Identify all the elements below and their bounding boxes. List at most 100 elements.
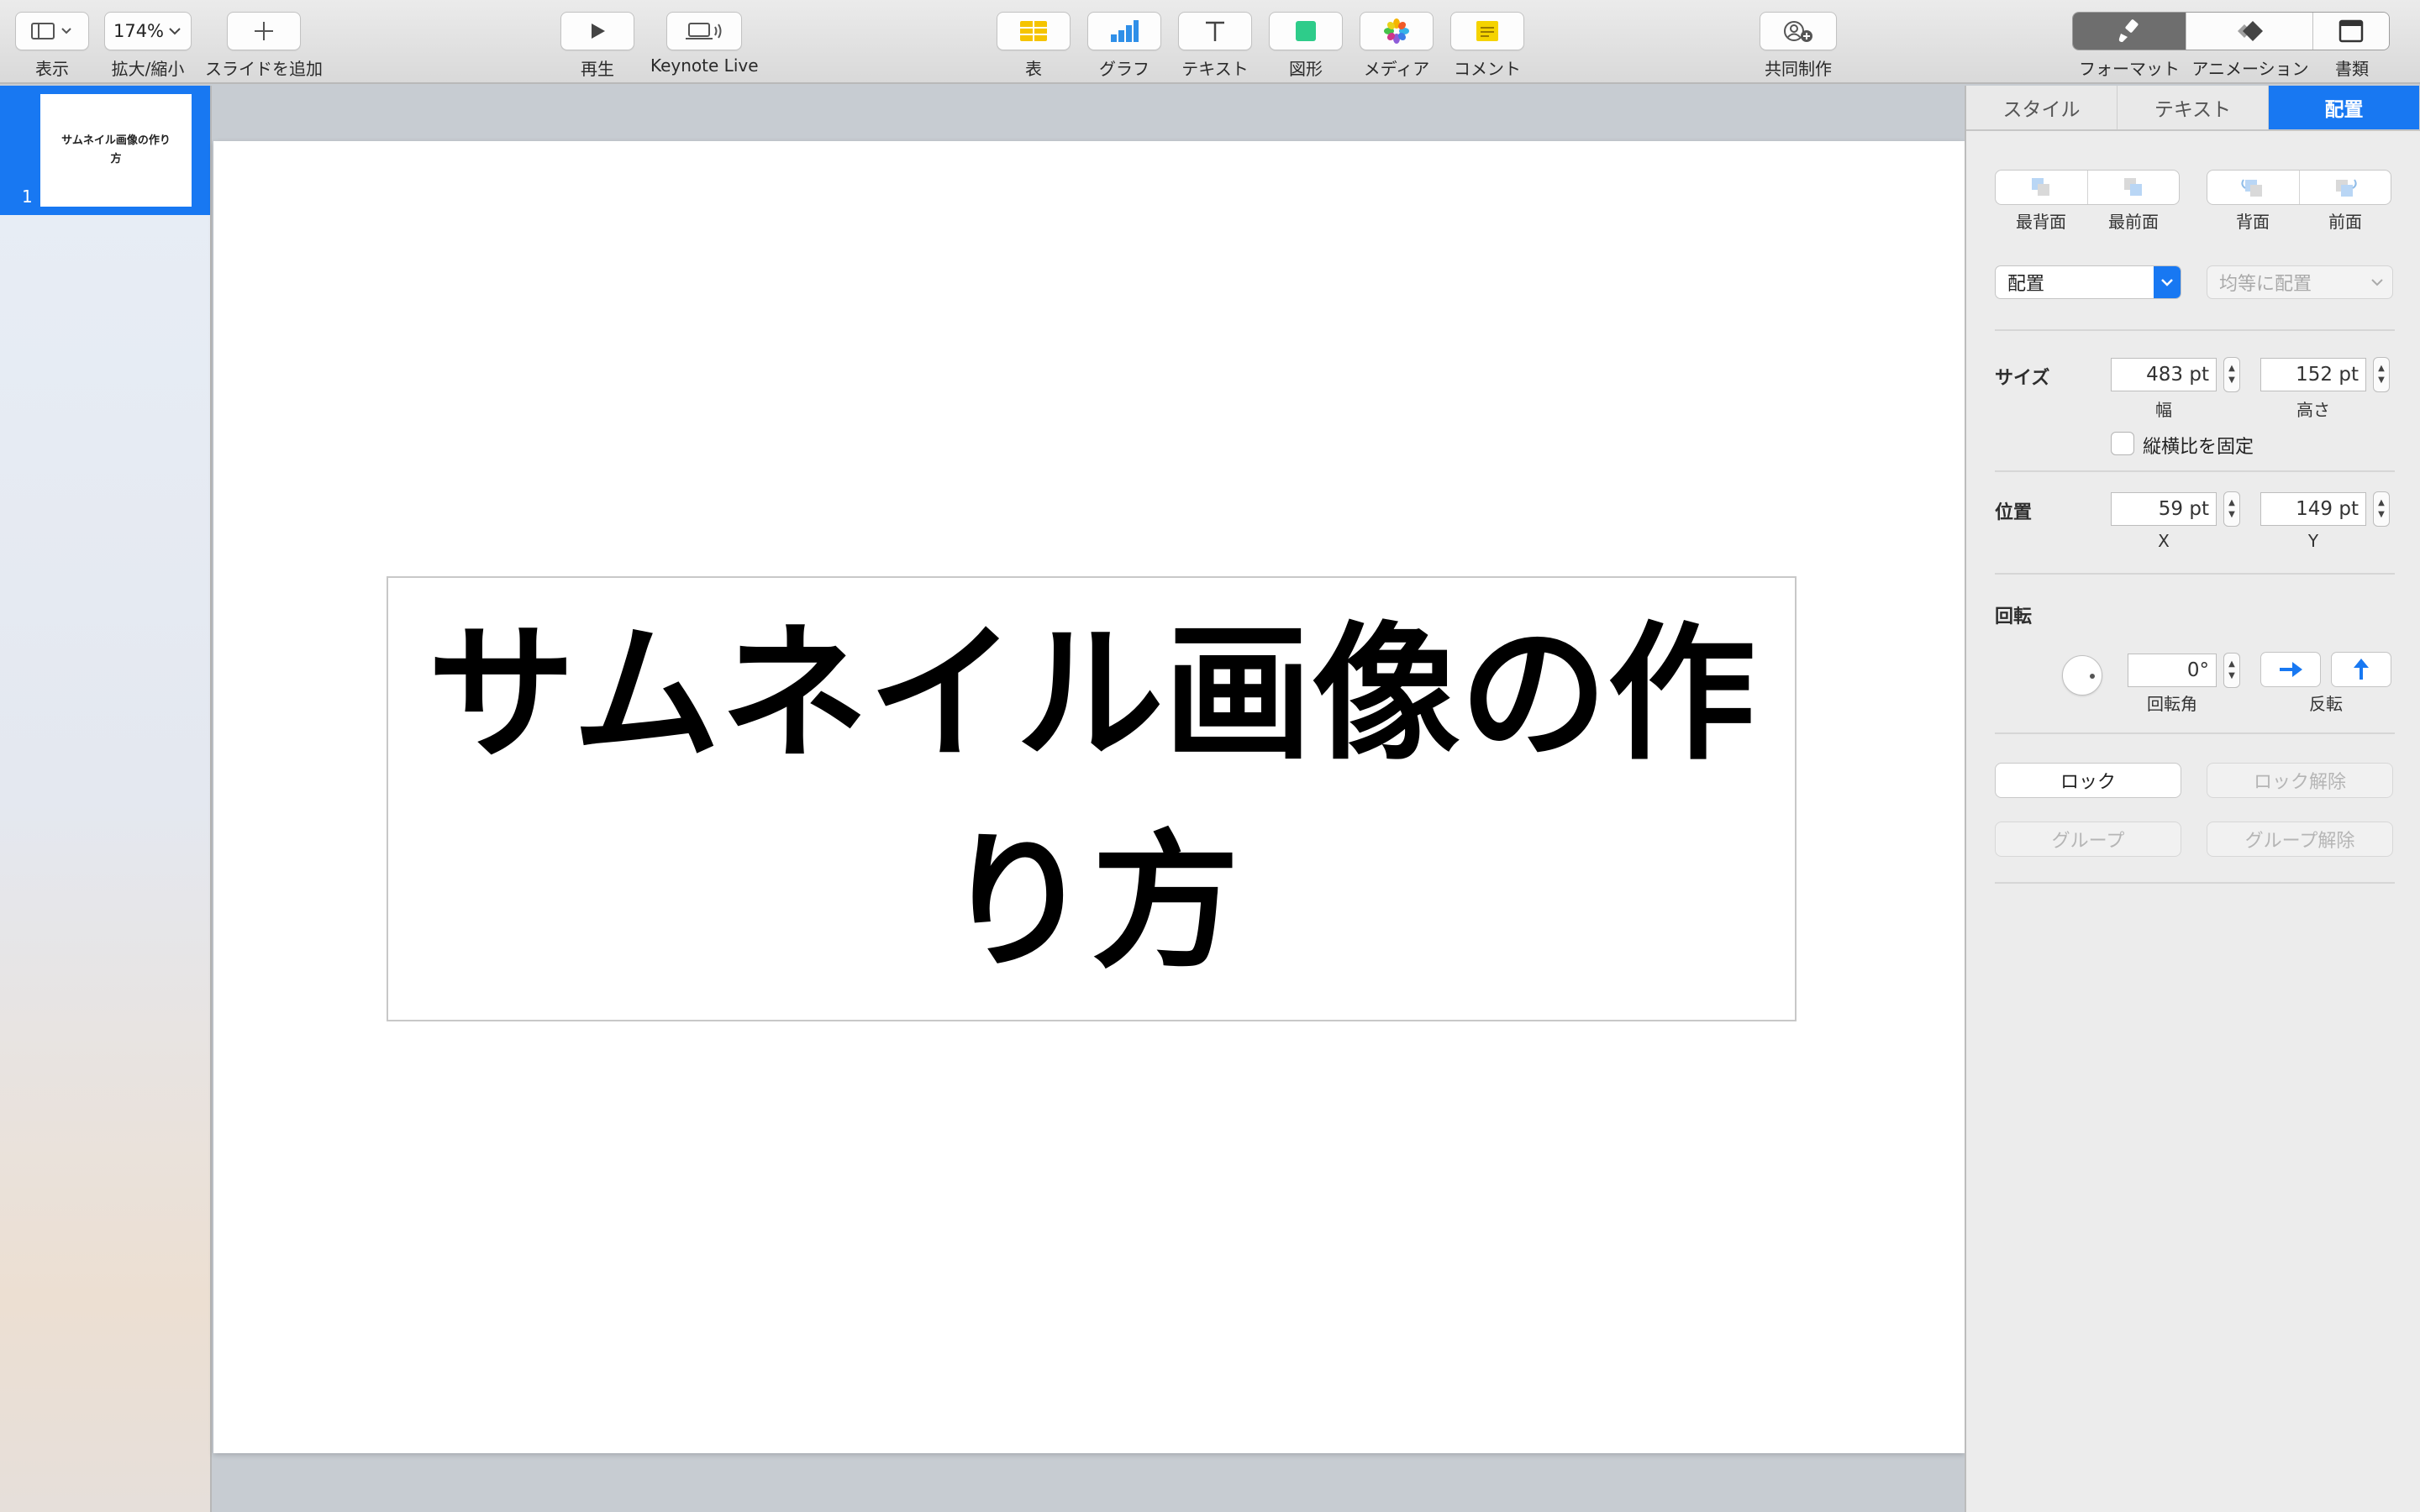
chart-icon [1111,20,1139,42]
y-label: Y [2307,531,2319,551]
paintbrush-icon [2118,19,2139,42]
table-button[interactable] [997,12,1071,50]
keynote-live-icon [686,23,722,39]
slide[interactable]: サムネイル画像の作り方 [213,141,1965,1453]
chevron-down-icon [2161,279,2173,286]
media-button[interactable] [1360,12,1434,50]
rotation-angle-label: 回転角 [2147,694,2197,714]
shape-control: 図形 [1269,12,1343,80]
keynote-live-control: Keynote Live [650,12,759,76]
send-to-back-icon [2032,178,2050,196]
slide-thumbnail-selected[interactable]: サムネイル画像の作り方 1 [0,86,210,215]
y-stepper[interactable]: ▲ ▼ [2373,491,2390,527]
comment-label: コメント [1454,59,1521,79]
size-section-title: サイズ [1995,368,2050,389]
x-field[interactable]: 59 pt [2111,492,2217,526]
rotation-knob-indicator [2090,674,2095,679]
width-label: 幅 [2155,400,2172,420]
bring-to-front-label: 最前面 [2108,212,2159,232]
table-icon [1020,21,1047,41]
text-button[interactable] [1178,12,1252,50]
table-label: 表 [1025,59,1042,79]
comment-control: コメント [1450,12,1524,80]
width-field[interactable]: 483 pt [2111,358,2217,391]
comment-button[interactable] [1450,12,1524,50]
send-backward-button[interactable] [2207,171,2300,204]
text-icon [1206,21,1224,41]
inspector-switcher-labels: フォーマット アニメーション 書類 [2072,55,2390,80]
slide-canvas[interactable]: サムネイル画像の作り方 [213,86,1965,1512]
play-control: 再生 [560,12,634,80]
view-label: 表示 [35,59,69,79]
table-control: 表 [997,12,1071,80]
view-button[interactable] [15,12,89,50]
rotation-angle-field[interactable]: 0° [2128,654,2217,687]
slide-title[interactable]: サムネイル画像の作り方 [419,591,1764,1007]
align-dropdown-arrow[interactable] [2154,266,2181,298]
add-slide-control: スライドを追加 [205,12,323,80]
slide-thumbnail[interactable]: サムネイル画像の作り方 [40,94,192,207]
toolbar: 表示 174% 拡大/縮小 スライドを追加 再生 Keynote Live 表 … [0,0,2420,84]
tab-text[interactable]: テキスト [2118,86,2269,129]
flip-vertical-button[interactable] [2331,652,2391,687]
inspector-panel: スタイル テキスト 配置 最背面 最前面 背面 前面 配置 均等に配置 サイズ … [1965,86,2420,1512]
media-label: メディア [1363,59,1430,79]
arrow-up-icon [2354,659,2369,680]
animate-button[interactable] [2186,13,2314,50]
align-dropdown[interactable]: 配置 [1995,265,2181,299]
bring-to-front-icon [2123,178,2142,196]
send-to-back-label: 最背面 [2016,212,2066,232]
slide-thumbnail-title: サムネイル画像の作り方 [61,134,171,165]
y-field[interactable]: 149 pt [2260,492,2366,526]
keynote-live-label: Keynote Live [650,55,759,76]
add-slide-button[interactable] [227,12,301,50]
keynote-live-button[interactable] [666,12,743,50]
lock-button[interactable]: ロック [1995,763,2181,798]
sidebar-view-icon [31,23,71,39]
document-button[interactable] [2313,13,2389,50]
shape-icon [1296,21,1316,41]
distribute-dropdown[interactable]: 均等に配置 [2207,265,2393,299]
zoom-dropdown[interactable]: 174% [104,12,192,50]
constrain-proportions-checkbox[interactable] [2111,432,2134,455]
unlock-button[interactable]: ロック解除 [2207,763,2393,798]
group-button[interactable]: グループ [1995,822,2181,857]
media-control: メディア [1360,12,1434,80]
width-stepper[interactable]: ▲ ▼ [2223,357,2240,392]
inspector-tabs: スタイル テキスト 配置 [1966,86,2420,131]
animate-diamond-icon [2238,21,2264,41]
play-label: 再生 [581,59,614,79]
backward-forward-segmented [2207,170,2391,205]
tab-style[interactable]: スタイル [1966,86,2118,129]
chart-button[interactable] [1087,12,1161,50]
x-stepper[interactable]: ▲ ▼ [2223,491,2240,527]
send-backward-icon [2241,179,2263,197]
chevron-down-icon [2371,279,2383,286]
document-label: 書類 [2335,59,2369,79]
height-stepper[interactable]: ▲ ▼ [2373,357,2390,392]
zoom-value: 174% [113,21,165,41]
height-field[interactable]: 152 pt [2260,358,2366,391]
title-text-box[interactable]: サムネイル画像の作り方 [387,576,1797,1021]
collaborate-button[interactable] [1760,12,1837,50]
flip-horizontal-button[interactable] [2260,652,2321,687]
bring-to-front-button[interactable] [2088,171,2180,204]
send-backward-label: 背面 [2236,212,2270,232]
bring-forward-button[interactable] [2300,171,2391,204]
divider [1995,732,2395,734]
play-button[interactable] [560,12,634,50]
ungroup-button[interactable]: グループ解除 [2207,822,2393,857]
format-button[interactable] [2073,13,2187,50]
rotate-section-title: 回転 [1995,606,2033,627]
shape-button[interactable] [1269,12,1343,50]
rotation-angle-stepper[interactable]: ▲ ▼ [2223,653,2240,688]
collaborate-control: 共同制作 [1760,12,1837,80]
view-control: 表示 [15,12,89,80]
rotation-knob[interactable] [2062,655,2102,696]
format-label: フォーマット [2079,59,2180,79]
bring-forward-label: 前面 [2328,212,2362,232]
slide-navigator: サムネイル画像の作り方 1 [0,86,212,1512]
play-icon [592,24,605,39]
send-to-back-button[interactable] [1996,171,2088,204]
tab-arrange[interactable]: 配置 [2269,86,2420,129]
